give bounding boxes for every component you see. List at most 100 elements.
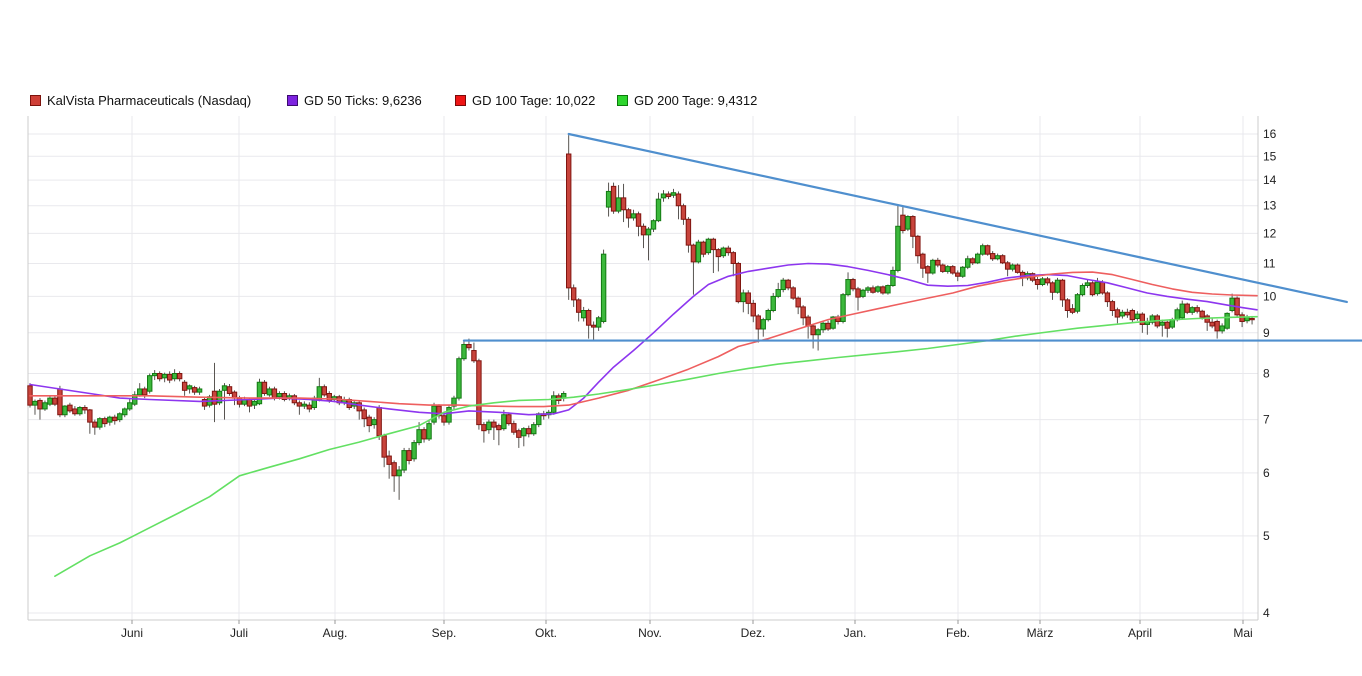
candle-down: [157, 374, 161, 379]
candle-down: [1115, 310, 1119, 317]
candle-up: [462, 345, 466, 359]
candle-down: [851, 280, 855, 289]
candle-down: [621, 198, 625, 210]
candle-down: [1050, 283, 1054, 292]
candle-up: [128, 403, 132, 409]
candles-layer: [28, 135, 1254, 500]
y-axis-label: 12: [1263, 226, 1277, 240]
gd100-swatch-icon: [455, 95, 466, 106]
candle-up: [866, 288, 870, 290]
candle-down: [990, 254, 994, 259]
candle-down: [467, 345, 471, 348]
candle-up: [1180, 304, 1184, 318]
x-axis-label: Sep.: [432, 626, 457, 640]
candle-down: [492, 422, 496, 427]
grid-layer: [28, 116, 1258, 620]
candle-up: [1080, 286, 1084, 295]
candle-down: [791, 288, 795, 298]
candle-up: [1220, 326, 1224, 331]
candle-up: [861, 290, 865, 296]
candle-up: [432, 406, 436, 422]
candle-up: [123, 409, 127, 415]
candle-down: [382, 436, 386, 457]
candle-up: [1160, 322, 1164, 325]
candle-down: [926, 267, 930, 273]
candle-down: [227, 387, 231, 394]
candle-up: [487, 422, 491, 430]
legend-item-gd100: GD 100 Tage: 10,022: [455, 92, 595, 108]
kalvista-swatch-icon: [30, 95, 41, 106]
candle-up: [1170, 320, 1174, 327]
candle-down: [1100, 282, 1104, 293]
candle-up: [537, 414, 541, 425]
candle-down: [1105, 293, 1109, 302]
candle-up: [706, 239, 710, 252]
candle-up: [816, 330, 820, 335]
candle-down: [856, 289, 860, 297]
x-axis-label: Nov.: [638, 626, 662, 640]
candle-up: [1230, 298, 1234, 310]
candle-up: [153, 374, 157, 376]
candle-down: [143, 389, 147, 395]
y-axis-label: 4: [1263, 606, 1270, 620]
candle-down: [322, 387, 326, 395]
x-axis-label: Juli: [230, 626, 248, 640]
candle-down: [985, 246, 989, 254]
candle-down: [38, 400, 42, 409]
candle-down: [626, 210, 630, 218]
y-axis-label: 13: [1263, 199, 1277, 213]
candle-up: [162, 374, 166, 377]
candle-up: [172, 374, 176, 379]
candle-up: [1010, 265, 1014, 269]
candle-down: [517, 431, 521, 438]
candle-up: [876, 287, 880, 291]
candle-up: [696, 242, 700, 262]
candle-up: [98, 419, 102, 427]
candle-up: [776, 290, 780, 297]
y-axis-label: 11: [1263, 256, 1276, 270]
candle-up: [741, 293, 745, 302]
candle-up: [63, 406, 67, 415]
candle-down: [482, 425, 486, 431]
candle-up: [656, 199, 660, 221]
candle-down: [262, 382, 266, 393]
candle-down: [591, 325, 595, 327]
candle-down: [93, 422, 97, 427]
y-axis-label: 15: [1263, 149, 1277, 163]
candle-down: [736, 263, 740, 301]
candle-down: [681, 206, 685, 220]
candle-up: [138, 389, 142, 395]
candle-up: [766, 311, 770, 320]
candle-down: [726, 248, 730, 253]
candle-down: [571, 288, 575, 300]
candle-up: [946, 267, 950, 272]
candle-down: [177, 374, 181, 379]
candle-up: [502, 415, 506, 429]
x-axis-label: Aug.: [323, 626, 348, 640]
candle-up: [187, 386, 191, 389]
candle-up: [43, 403, 47, 409]
candle-down: [307, 405, 311, 409]
candle-up: [616, 198, 620, 211]
candle-up: [761, 320, 765, 329]
candle-down: [507, 415, 511, 424]
candle-down: [881, 287, 885, 293]
candle-down: [113, 417, 117, 420]
candle-up: [886, 286, 890, 293]
candle-up: [522, 429, 526, 436]
candle-up: [1095, 282, 1099, 293]
candle-down: [497, 426, 501, 430]
candle-up: [267, 389, 271, 395]
candle-down: [1035, 280, 1039, 285]
candle-up: [646, 229, 650, 235]
candle-down: [941, 265, 945, 271]
candle-up: [821, 323, 825, 329]
candle-down: [1065, 300, 1069, 311]
candle-up: [148, 376, 152, 392]
candle-down: [686, 219, 690, 245]
candle-down: [377, 408, 381, 436]
candle-down: [567, 154, 571, 288]
candle-down: [1215, 321, 1219, 330]
candle-up: [1120, 312, 1124, 316]
candle-up: [631, 214, 635, 218]
